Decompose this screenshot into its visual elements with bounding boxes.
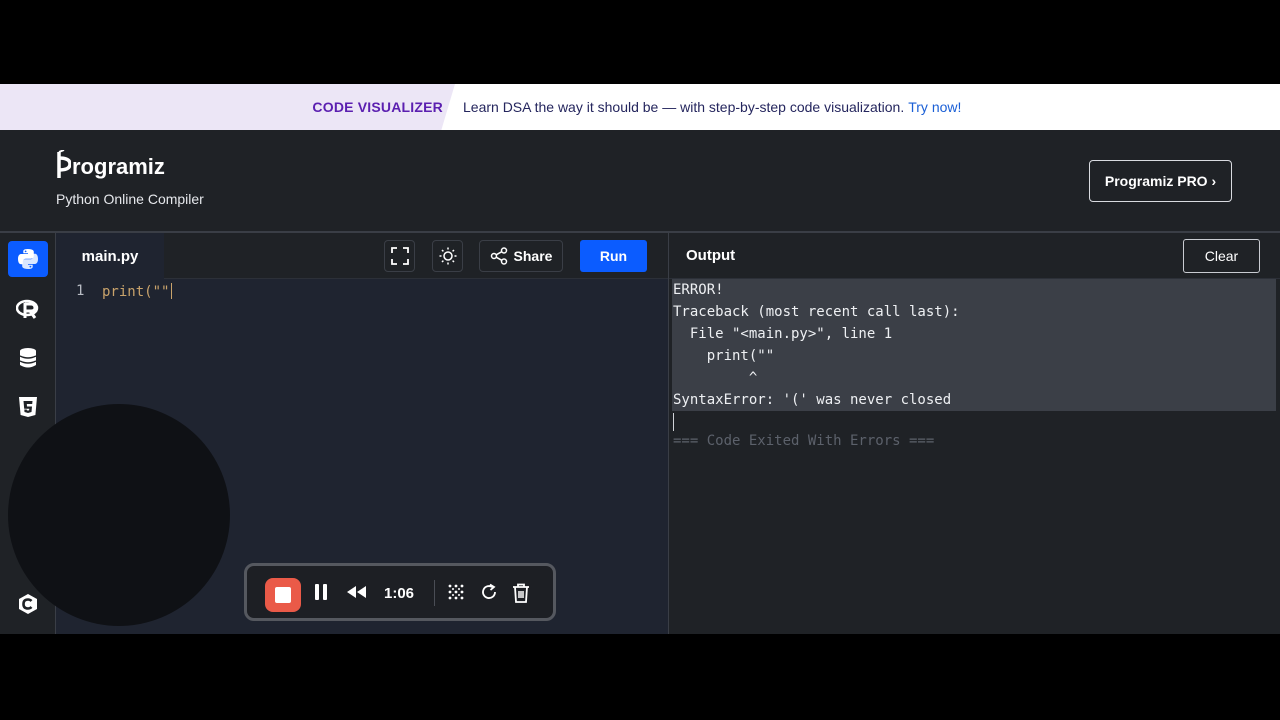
output-line: ERROR! bbox=[673, 282, 724, 298]
output-line: Traceback (most recent call last): bbox=[673, 304, 960, 320]
restart-button[interactable] bbox=[480, 583, 498, 606]
clear-button[interactable]: Clear bbox=[1183, 239, 1260, 273]
grid-dots-icon bbox=[448, 584, 464, 600]
fullscreen-button[interactable] bbox=[384, 240, 415, 272]
output-line: File "<main.py>", line 1 bbox=[673, 326, 893, 342]
share-label: Share bbox=[513, 248, 553, 264]
promo-banner: CODE VISUALIZER Learn DSA the way it sho… bbox=[0, 84, 1280, 130]
output-title: Output bbox=[686, 247, 736, 264]
rewind-icon bbox=[347, 586, 366, 598]
text-cursor bbox=[171, 283, 173, 299]
output-line: SyntaxError: '(' was never closed bbox=[673, 392, 952, 408]
sun-icon bbox=[439, 247, 456, 265]
line-number: 1 bbox=[76, 283, 85, 299]
trash-icon bbox=[513, 583, 529, 603]
sidebar-item-python[interactable] bbox=[8, 241, 48, 277]
rewind-button[interactable] bbox=[345, 583, 367, 606]
letterbox-bottom bbox=[0, 634, 1280, 720]
programiz-logo[interactable]: rogramiz bbox=[57, 150, 165, 180]
theme-toggle-button[interactable] bbox=[432, 240, 463, 272]
share-button[interactable]: Share bbox=[479, 240, 563, 272]
c-icon bbox=[19, 594, 37, 614]
promo-link[interactable]: Try now! bbox=[908, 99, 961, 115]
toolbar-divider bbox=[434, 580, 435, 606]
restart-icon bbox=[482, 583, 496, 599]
tab-main-py[interactable]: main.py bbox=[56, 233, 164, 279]
site-header: rogramiz Python Online Compiler Programi… bbox=[0, 130, 1280, 231]
promo-message: Learn DSA the way it should be — with st… bbox=[455, 84, 961, 130]
code-line[interactable]: print("" bbox=[102, 283, 173, 300]
promo-text: Learn DSA the way it should be — with st… bbox=[463, 99, 905, 115]
output-console[interactable]: ERROR! Traceback (most recent call last)… bbox=[669, 279, 1280, 634]
sidebar-item-r[interactable] bbox=[8, 291, 48, 327]
exit-message: === Code Exited With Errors === bbox=[673, 433, 935, 449]
output-line: ^ bbox=[673, 370, 758, 386]
database-icon bbox=[19, 348, 37, 368]
recording-timer: 1:06 bbox=[384, 585, 415, 602]
pause-button[interactable] bbox=[314, 583, 328, 606]
run-button[interactable]: Run bbox=[580, 240, 647, 272]
html5-icon bbox=[19, 397, 37, 417]
stop-icon bbox=[275, 587, 291, 603]
promo-tag: CODE VISUALIZER bbox=[312, 99, 443, 115]
webcam-bubble[interactable] bbox=[8, 404, 230, 626]
python-icon bbox=[18, 249, 38, 269]
fullscreen-icon bbox=[390, 247, 409, 265]
editor-toolbar: main.py Share Run bbox=[56, 233, 668, 279]
output-cursor bbox=[673, 413, 674, 431]
share-icon bbox=[490, 247, 507, 265]
r-icon bbox=[16, 299, 39, 319]
delete-button[interactable] bbox=[512, 583, 530, 608]
compiler-subtitle: Python Online Compiler bbox=[56, 191, 204, 207]
letterbox-top bbox=[0, 0, 1280, 84]
recording-toolbar: 1:06 bbox=[244, 563, 556, 621]
sidebar-item-sql[interactable] bbox=[8, 340, 48, 376]
logo-text: rogramiz bbox=[72, 154, 165, 179]
grid-button[interactable] bbox=[447, 583, 465, 606]
output-line: print("" bbox=[673, 348, 775, 364]
promo-tag-area: CODE VISUALIZER bbox=[0, 84, 455, 130]
pause-icon bbox=[315, 584, 327, 600]
stop-recording-button[interactable] bbox=[265, 578, 301, 612]
code-text: print("" bbox=[102, 284, 170, 300]
sidebar-item-html[interactable] bbox=[8, 389, 48, 425]
output-toolbar: Output Clear bbox=[669, 233, 1280, 279]
logo-p-icon bbox=[57, 150, 71, 180]
output-panel: Output Clear ERROR! Traceback (most rece… bbox=[668, 233, 1280, 634]
programiz-pro-button[interactable]: Programiz PRO › bbox=[1089, 160, 1232, 202]
